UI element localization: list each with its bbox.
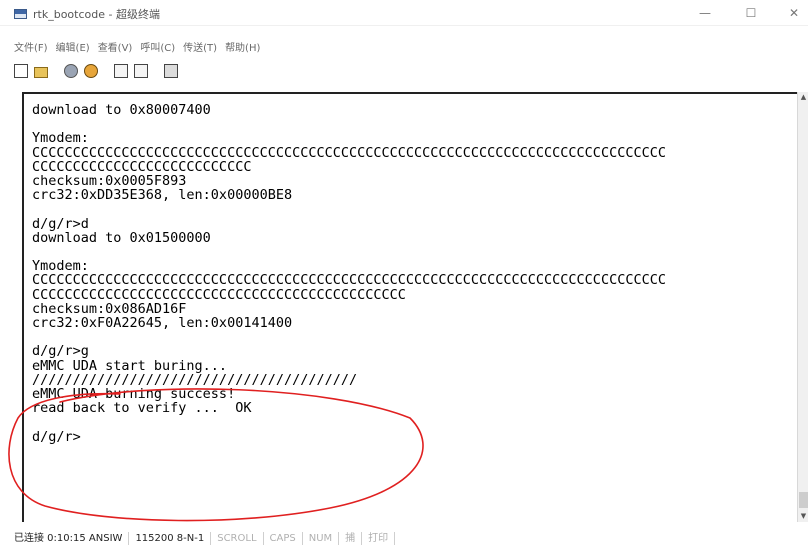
terminal-line: checksum:0x086AD16F [32,300,187,317]
minimize-button[interactable]: — [690,4,720,22]
terminal-text: download to 0x80007400 Ymodem: CCCCCCCCCC… [32,103,787,444]
terminal-line: download to 0x80007400 [32,103,211,118]
properties-icon[interactable] [164,64,178,78]
status-emulation: ANSIW [88,533,123,544]
terminal-line: CCCCCCCCCCCCCCCCCCCCCCCCCCCCCCCCCCCCCCCC… [32,286,406,303]
terminal-line: d/g/r>g [32,343,89,360]
title-bar: rtk_bootcode - 超级终端 — ☐ ✕ [0,0,808,26]
new-file-icon[interactable] [14,64,28,78]
scroll-thumb[interactable] [799,492,808,508]
terminal-line: CCCCCCCCCCCCCCCCCCCCCCCCCCCCCCCCCCCCCCCC… [32,144,666,161]
menu-view[interactable]: 查看(V) [98,39,133,57]
status-bar: 已连接 0:10:15 ANSIW 115200 8-N-1 SCROLL CA… [0,530,808,547]
status-caps: CAPS [264,532,303,545]
open-folder-icon[interactable] [34,67,48,78]
menu-file[interactable]: 文件(F) [14,39,48,57]
disconnect-icon[interactable] [84,64,98,78]
terminal-line: d/g/r> [32,428,81,445]
status-num: NUM [303,532,340,545]
connect-icon[interactable] [64,64,78,78]
close-button[interactable]: ✕ [779,4,808,22]
toolbar [14,60,178,82]
window-title: rtk_bootcode - 超级终端 [33,8,160,21]
terminal-line: eMMC UDA start buring... [32,357,228,374]
status-capture: 捕 [339,532,363,545]
menu-edit[interactable]: 编辑(E) [56,39,90,57]
app-icon [14,9,27,19]
terminal-output[interactable]: download to 0x80007400 Ymodem: CCCCCCCCCC… [32,103,787,520]
terminal-line: //////////////////////////////////////// [32,371,358,388]
status-connected-text: 已连接 0:10:15 [14,533,86,544]
status-print: 打印 [362,532,396,545]
title-group: rtk_bootcode - 超级终端 [14,6,160,22]
terminal-line: checksum:0x0005F893 [32,173,187,190]
menu-help[interactable]: 帮助(H) [225,39,260,57]
terminal-line: CCCCCCCCCCCCCCCCCCCCCCCCCCCCCCCCCCCCCCCC… [32,272,666,289]
terminal-line: eMMC UDA burning success! [32,386,236,403]
terminal-line: Ymodem: [32,258,89,275]
terminal-line: read back to verify ... OK [32,400,252,417]
status-connected: 已连接 0:10:15 ANSIW [14,532,130,545]
terminal-line: Ymodem: [32,130,89,147]
terminal-line: crc32:0xDD35E368, len:0x00000BE8 [32,187,293,204]
menu-transfer[interactable]: 传送(T) [183,39,217,57]
status-port-settings: 115200 8-N-1 [129,532,212,545]
status-scroll: SCROLL [211,532,264,545]
vertical-scrollbar[interactable]: ▲ ▼ [797,92,808,522]
terminal-line: download to 0x01500000 [32,229,211,246]
menu-call[interactable]: 呼叫(C) [140,39,175,57]
terminal-line: CCCCCCCCCCCCCCCCCCCCCCCCCCC [32,158,252,175]
scroll-down-icon[interactable]: ▼ [798,511,808,522]
receive-file-icon[interactable] [134,64,148,78]
terminal-line: crc32:0xF0A22645, len:0x00141400 [32,315,293,332]
terminal-line: d/g/r>d [32,215,89,232]
menu-bar: 文件(F) 编辑(E) 查看(V) 呼叫(C) 传送(T) 帮助(H) [0,39,808,57]
maximize-button[interactable]: ☐ [736,4,766,22]
scroll-up-icon[interactable]: ▲ [798,92,808,103]
send-file-icon[interactable] [114,64,128,78]
